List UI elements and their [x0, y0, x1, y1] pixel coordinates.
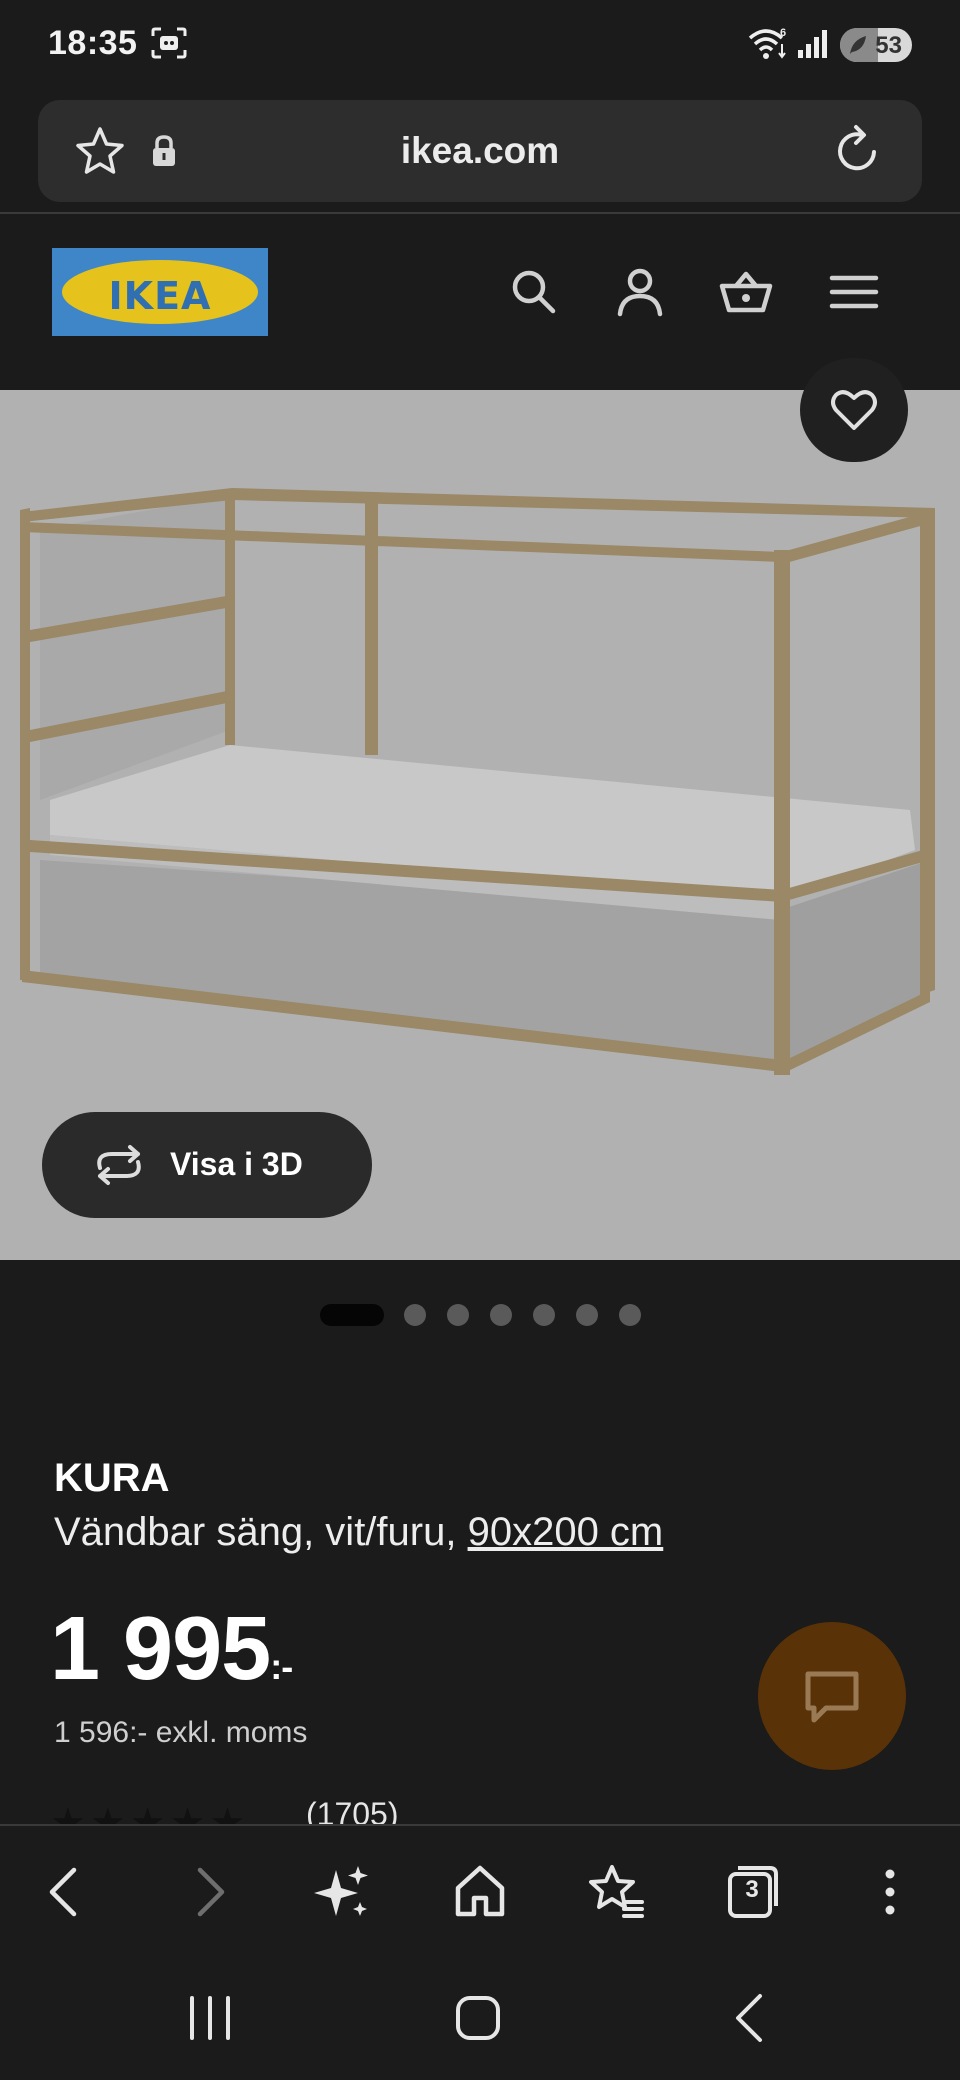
battery-level: 53	[875, 32, 902, 59]
search-icon[interactable]	[506, 264, 562, 320]
menu-icon[interactable]	[826, 264, 882, 320]
price-ex-vat: 1 596:- exkl. moms	[54, 1716, 308, 1749]
signal-icon	[798, 30, 827, 58]
product-description-text: Vändbar säng, vit/furu,	[54, 1510, 468, 1554]
home-nav-icon[interactable]	[450, 1990, 506, 2046]
carousel-dot[interactable]	[404, 1304, 426, 1326]
status-time: 18:35	[48, 24, 138, 62]
view-3d-button[interactable]: Visa i 3D	[42, 1112, 372, 1218]
carousel-dot[interactable]	[619, 1304, 641, 1326]
carousel-dots[interactable]	[0, 1302, 960, 1328]
carousel-dot[interactable]	[447, 1304, 469, 1326]
assistant-sparkle-icon[interactable]	[312, 1862, 372, 1922]
back-nav-icon[interactable]	[722, 1990, 778, 2046]
browser-toolbar: 3	[0, 1824, 960, 1954]
bookmarks-icon[interactable]	[586, 1862, 646, 1922]
view-3d-label: Visa i 3D	[170, 1146, 303, 1182]
rating-stars: ★★★★★	[50, 1801, 250, 1826]
favorite-button[interactable]	[800, 358, 908, 462]
rating-row[interactable]: ★★★★★ (1705)	[50, 1796, 450, 1826]
address-bar[interactable]: ikea.com	[38, 100, 922, 202]
ikea-logo-text: IKEA	[108, 274, 212, 318]
heart-icon	[831, 390, 877, 430]
tabs-button[interactable]: 3	[722, 1862, 782, 1922]
price-suffix: :-	[270, 1646, 293, 1687]
product-size-link[interactable]: 90x200 cm	[468, 1510, 664, 1554]
rotate-3d-icon	[97, 1145, 141, 1185]
home-icon[interactable]	[450, 1862, 510, 1922]
url-text[interactable]: ikea.com	[38, 130, 922, 172]
rating-count: (1705)	[306, 1796, 399, 1826]
forward-icon[interactable]	[178, 1862, 238, 1922]
product-description: Vändbar säng, vit/furu, 90x200 cm	[54, 1510, 663, 1555]
carousel-dot[interactable]	[490, 1304, 512, 1326]
product-price: 1 995:-	[50, 1598, 293, 1701]
chat-icon	[805, 1671, 859, 1723]
price-value: 1 995	[50, 1599, 271, 1699]
power-saving-leaf-icon	[850, 36, 866, 54]
system-navigation-bar	[0, 1954, 960, 2080]
product-image[interactable]: Visa i 3D	[0, 390, 960, 1260]
ikea-logo-oval: IKEA	[62, 260, 258, 324]
chat-button[interactable]	[758, 1622, 906, 1770]
ikea-logo[interactable]: IKEA	[52, 248, 268, 336]
product-name: KURA	[54, 1456, 170, 1500]
svg-text:6: 6	[780, 27, 786, 39]
more-icon[interactable]	[862, 1862, 922, 1922]
carousel-dot-active[interactable]	[320, 1304, 384, 1326]
reload-icon[interactable]	[830, 122, 886, 180]
account-icon[interactable]	[612, 264, 668, 320]
battery-indicator: 53	[840, 28, 912, 62]
wifi-icon: 6	[748, 27, 786, 59]
back-icon[interactable]	[36, 1862, 96, 1922]
status-bar: 18:35 6 53	[0, 0, 960, 96]
screenshot-icon	[151, 27, 187, 59]
carousel-dot[interactable]	[576, 1304, 598, 1326]
site-header: IKEA	[0, 214, 960, 390]
tabs-count: 3	[745, 1876, 759, 1903]
carousel-dot[interactable]	[533, 1304, 555, 1326]
recent-apps-icon[interactable]	[182, 1990, 238, 2046]
basket-icon[interactable]	[718, 264, 774, 320]
